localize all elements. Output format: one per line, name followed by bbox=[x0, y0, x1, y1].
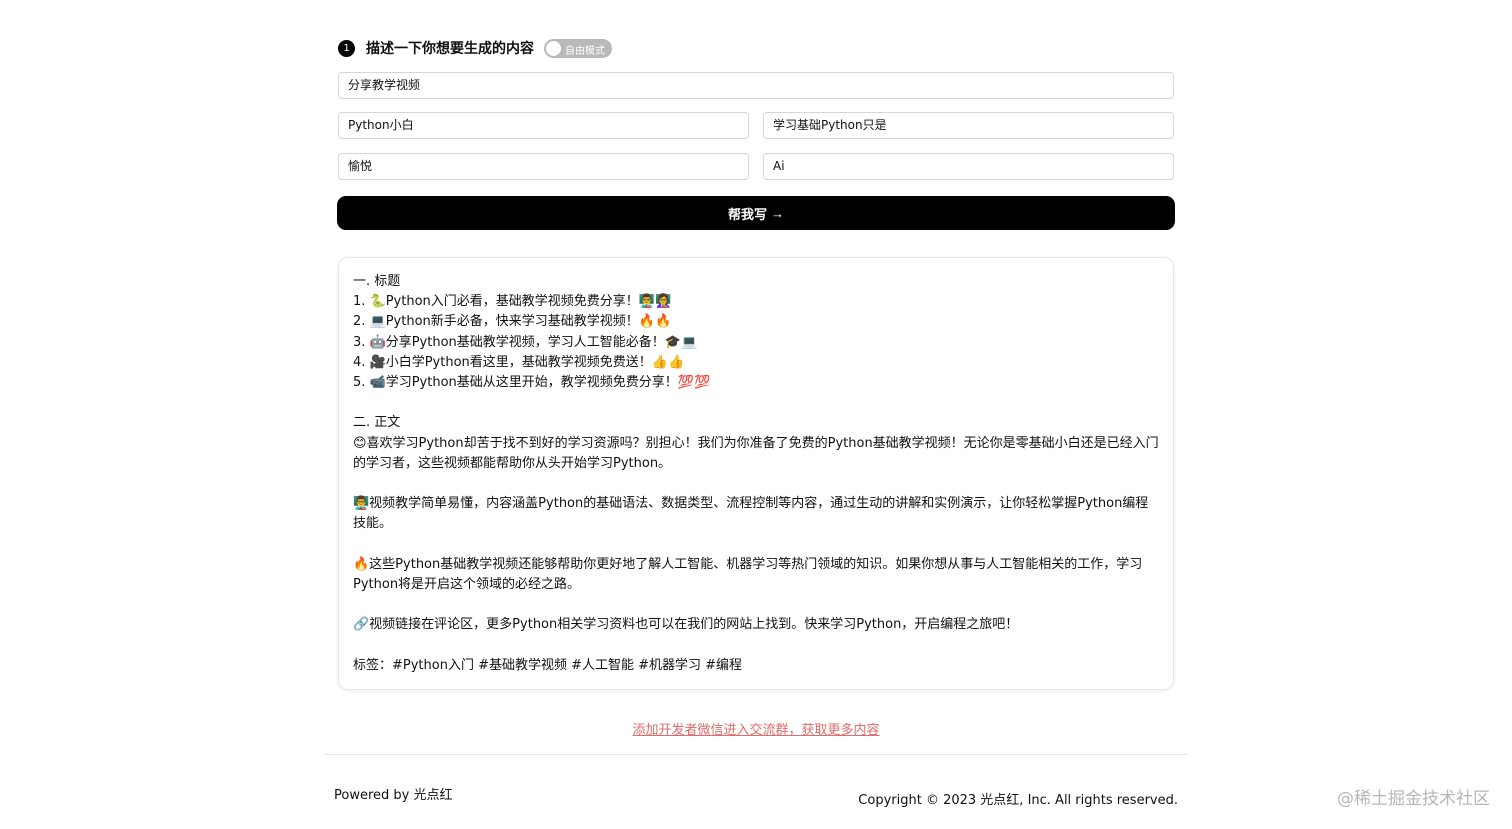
result-title-item: 5. 📹学习Python基础从这里开始，教学视频免费分享！💯💯 bbox=[353, 375, 711, 391]
tone-input[interactable]: 愉悦 bbox=[338, 153, 749, 180]
generated-result-card: 一. 标题 1. 🐍Python入门必看，基础教学视频免费分享！👨‍🏫👩‍🏫 2… bbox=[338, 257, 1174, 690]
result-paragraph: 👨‍🏫视频教学简单易懂，内容涵盖Python的基础语法、数据类型、流程控制等内容… bbox=[353, 496, 1149, 532]
powered-by: Powered by 光点红 bbox=[334, 788, 453, 803]
result-paragraph: 😊喜欢学习Python却苦于找不到好的学习资源吗？别担心！我们为你准备了免费的P… bbox=[353, 435, 1159, 471]
result-tags: 标签：#Python入门 #基础教学视频 #人工智能 #机器学习 #编程 bbox=[353, 657, 743, 673]
footer-divider bbox=[324, 754, 1188, 755]
generate-button-label: 帮我写 bbox=[727, 206, 767, 222]
result-paragraph: 🔗视频链接在评论区，更多Python相关学习资料也可以在我们的网站上找到。快来学… bbox=[353, 617, 1019, 633]
keyword-input[interactable]: Ai bbox=[763, 153, 1174, 180]
result-title-item: 1. 🐍Python入门必看，基础教学视频免费分享！👨‍🏫👩‍🏫 bbox=[353, 294, 672, 310]
page: 1 描述一下你想要生成的内容 自由模式 分享教学视频 Python小白 学习基础… bbox=[0, 0, 1512, 829]
result-paragraph: 🔥这些Python基础教学视频还能够帮助你更好地了解人工智能、机器学习等热门领域… bbox=[353, 556, 1143, 592]
audience-input[interactable]: Python小白 bbox=[338, 112, 749, 139]
generate-button[interactable]: 帮我写 → bbox=[337, 196, 1175, 230]
toggle-knob bbox=[546, 40, 561, 56]
step-header: 1 描述一下你想要生成的内容 自由模式 bbox=[338, 38, 612, 58]
toggle-label: 自由模式 bbox=[565, 45, 605, 57]
step-number-badge: 1 bbox=[338, 39, 355, 57]
content-input[interactable]: 学习基础Python只是 bbox=[763, 112, 1174, 139]
free-mode-toggle[interactable]: 自由模式 bbox=[544, 38, 612, 58]
wechat-group-link[interactable]: 添加开发者微信进入交流群，获取更多内容 bbox=[0, 719, 1512, 738]
result-title-item: 4. 🎥小白学Python看这里，基础教学视频免费送！👍👍 bbox=[353, 354, 685, 370]
result-title-item: 3. 🤖分享Python基础教学视频，学习人工智能必备！🎓💻 bbox=[353, 334, 698, 350]
result-section-heading: 二. 正文 bbox=[353, 415, 401, 431]
result-title-item: 2. 💻Python新手必备，快来学习基础教学视频！🔥🔥 bbox=[353, 314, 672, 330]
topic-input[interactable]: 分享教学视频 bbox=[338, 72, 1174, 99]
result-section-heading: 一. 标题 bbox=[353, 274, 401, 289]
step-title: 描述一下你想要生成的内容 bbox=[366, 41, 534, 57]
site-watermark: @稀土掘金技术社区 bbox=[1337, 789, 1490, 809]
copyright: Copyright © 2023 光点红, Inc. All rights re… bbox=[858, 793, 1178, 808]
arrow-right-icon: → bbox=[771, 205, 784, 221]
